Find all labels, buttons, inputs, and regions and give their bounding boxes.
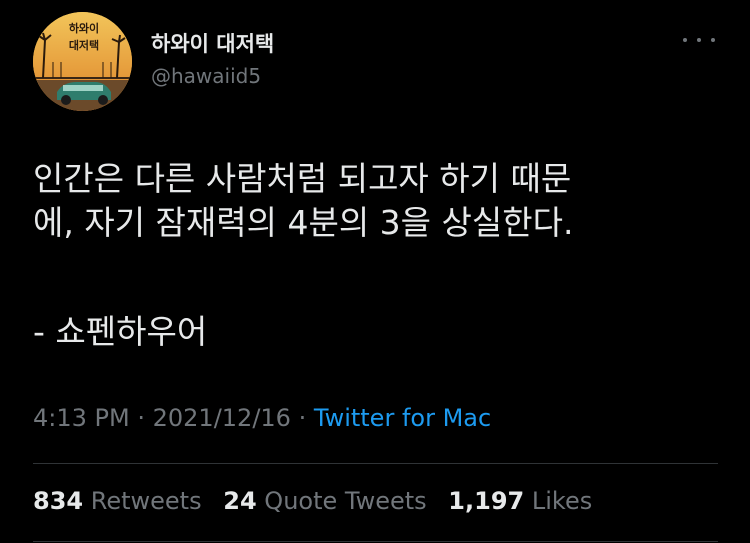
tweet-text-line: 에, 자기 잠재력의 4분의 3을 상실한다. (33, 203, 574, 242)
meta-separator: · (137, 404, 145, 432)
meta-separator: · (298, 404, 307, 432)
tweet-date[interactable]: 2021/12/16 (153, 404, 291, 432)
more-icon[interactable] (683, 30, 715, 50)
quote-tweets-label: Quote Tweets (264, 487, 427, 515)
retweets-count: 834 (33, 487, 84, 515)
author-handle[interactable]: @hawaiid5 (151, 64, 261, 88)
quote-tweets-stat[interactable]: 24 Quote Tweets (223, 487, 426, 515)
likes-stat[interactable]: 1,197 Likes (448, 487, 592, 515)
avatar-label-line1: 하와이 (68, 22, 100, 35)
avatar-label-line2: 대저택 (68, 39, 100, 52)
tweet-text-line: 인간은 다른 사람처럼 되고자 하기 때문 (33, 159, 572, 198)
retweets-stat[interactable]: 834 Retweets (33, 487, 202, 515)
avatar[interactable]: 하와이 대저택 (33, 12, 132, 111)
divider (33, 541, 718, 542)
author-display-name[interactable]: 하와이 대저택 (151, 28, 274, 58)
quote-tweets-count: 24 (223, 487, 257, 515)
likes-label: Likes (531, 487, 593, 515)
tweet-text: 인간은 다른 사람처럼 되고자 하기 때문 에, 자기 잠재력의 4분의 3을 … (33, 157, 723, 245)
tweet-stats: 834 Retweets 24 Quote Tweets 1,197 Likes (33, 487, 606, 515)
tweet-time[interactable]: 4:13 PM (33, 404, 130, 432)
retweets-label: Retweets (90, 487, 202, 515)
likes-count: 1,197 (448, 487, 525, 515)
tweet-source-link[interactable]: Twitter for Mac (314, 404, 491, 432)
tweet-attribution: - 쇼펜하우어 (33, 312, 208, 351)
divider (33, 463, 718, 464)
tweet-metadata: 4:13 PM · 2021/12/16 · Twitter for Mac (33, 404, 491, 432)
